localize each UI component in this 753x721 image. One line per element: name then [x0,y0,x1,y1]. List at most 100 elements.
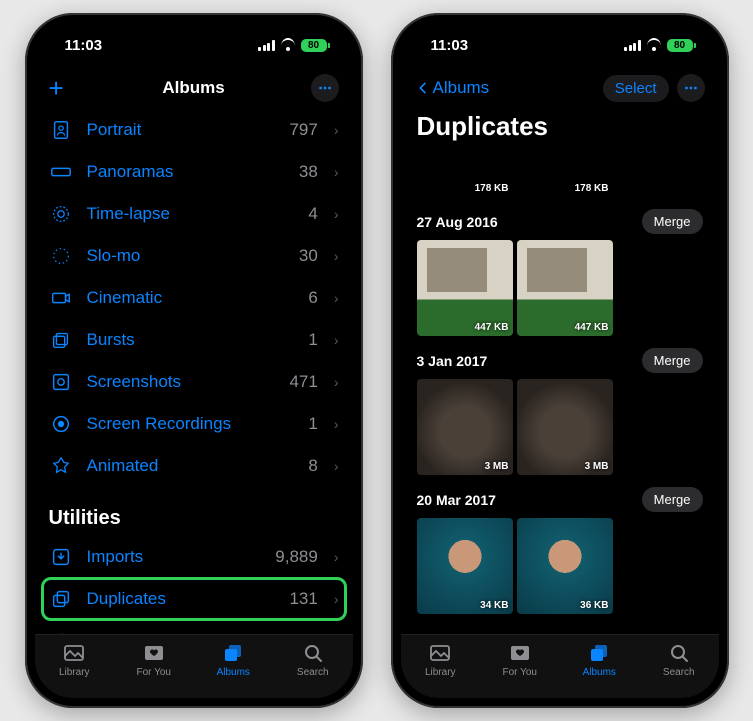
tab-label: Search [297,667,329,678]
phone-left: 11:03 80 + Albums Portrait 797 › [25,13,363,708]
list-row-duplicates[interactable]: Duplicates 131 › [35,578,353,620]
photo-thumbnail[interactable]: 3 MB [517,379,613,475]
list-row-recently deleted[interactable]: Recently Deleted › [35,620,353,634]
list-row-time-lapse[interactable]: Time-lapse 4 › [35,193,353,235]
screenshots-icon [49,370,73,394]
tab-label: Albums [583,667,616,678]
animated-icon [49,454,73,478]
back-label: Albums [433,78,490,98]
list-row-cinematic[interactable]: Cinematic 6 › [35,277,353,319]
tab-search[interactable]: Search [283,641,343,678]
tab-foryou[interactable]: For You [490,641,550,678]
status-time: 11:03 [431,37,469,54]
utilities-header: Utilities [35,487,353,536]
file-size: 3 MB [585,461,609,472]
file-size: 447 KB [475,322,509,333]
list-row-bursts[interactable]: Bursts 1 › [35,319,353,361]
tab-label: For You [503,667,537,678]
tab-library[interactable]: Library [44,641,104,678]
notch [129,23,259,51]
chevron-right-icon: › [334,248,339,264]
photo-thumbnail[interactable]: 178 KB [417,152,513,197]
battery-icon: 80 [301,39,327,52]
thumbs-row: 178 KB 178 KB [401,152,719,197]
search-icon [667,641,691,665]
row-count: 797 [289,120,317,140]
list-row-animated[interactable]: Animated 8 › [35,445,353,487]
imports-icon [49,545,73,569]
chevron-right-icon: › [334,164,339,180]
photo-thumbnail[interactable]: 447 KB [517,240,613,336]
tab-albums[interactable]: Albums [569,641,629,678]
list-row-screenshots[interactable]: Screenshots 471 › [35,361,353,403]
photo-thumbnail[interactable]: 36 KB [517,518,613,614]
phone-right: 11:03 80 Albums Select Duplicates [391,13,729,708]
nav-title: Albums [35,78,353,98]
thumbs-row: 447 KB 447 KB [401,240,719,336]
tab-label: Search [663,667,695,678]
wifi-icon [280,39,296,51]
row-label: Slo-mo [87,246,285,266]
list-row-imports[interactable]: Imports 9,889 › [35,536,353,578]
photo-thumbnail[interactable]: 447 KB [417,240,513,336]
tab-bar: Library For You Albums Search [35,634,353,698]
merge-button[interactable]: Merge [642,209,703,234]
row-count: 6 [308,288,317,308]
group-date: 20 Mar 2017 [417,492,496,508]
timelapse-icon [49,202,73,226]
tab-label: Library [425,667,456,678]
trash-icon [49,629,73,634]
photo-thumbnail[interactable]: 34 KB [417,518,513,614]
list-row-panoramas[interactable]: Panoramas 38 › [35,151,353,193]
list-row-screen recordings[interactable]: Screen Recordings 1 › [35,403,353,445]
row-label: Duplicates [87,589,276,609]
group-header: 27 Aug 2016 Merge [401,197,719,240]
tab-search[interactable]: Search [649,641,709,678]
row-count: 4 [308,204,317,224]
row-count: 1 [308,414,317,434]
nav-bar: + Albums [35,67,353,109]
row-count: 38 [299,162,318,182]
tab-albums[interactable]: Albums [203,641,263,678]
tab-bar: Library For You Albums Search [401,634,719,698]
select-button[interactable]: Select [603,75,669,102]
page-title: Duplicates [401,109,719,152]
battery-icon: 80 [667,39,693,52]
photo-thumbnail[interactable]: 3 MB [417,379,513,475]
file-size: 36 KB [580,600,608,611]
row-label: Screenshots [87,372,276,392]
albums-icon [587,641,611,665]
chevron-left-icon [415,78,431,98]
chevron-right-icon: › [334,633,339,634]
row-label: Screen Recordings [87,414,295,434]
chevron-right-icon: › [334,332,339,348]
more-button[interactable] [677,74,705,102]
file-size: 178 KB [575,183,609,194]
chevron-right-icon: › [334,122,339,138]
add-button[interactable]: + [49,75,64,101]
tab-library[interactable]: Library [410,641,470,678]
merge-button[interactable]: Merge [642,487,703,512]
row-label: Bursts [87,330,295,350]
group-date: 27 Aug 2016 [417,214,498,230]
more-button[interactable] [311,74,339,102]
list-row-slo-mo[interactable]: Slo-mo 30 › [35,235,353,277]
thumbs-row: 34 KB 36 KB [401,518,719,614]
tab-foryou[interactable]: For You [124,641,184,678]
back-button[interactable]: Albums [415,78,490,98]
photo-thumbnail[interactable]: 178 KB [517,152,613,197]
list-row-portrait[interactable]: Portrait 797 › [35,109,353,151]
row-label: Animated [87,456,295,476]
portrait-icon [49,118,73,142]
tab-label: For You [137,667,171,678]
group-date: 3 Jan 2017 [417,353,488,369]
chevron-right-icon: › [334,591,339,607]
albums-icon [221,641,245,665]
albums-list[interactable]: Portrait 797 › Panoramas 38 › Time-lapse… [35,109,353,634]
duplicates-list[interactable]: 178 KB 178 KB 27 Aug 2016 Merge 447 KB 4… [401,152,719,634]
merge-button[interactable]: Merge [642,348,703,373]
file-size: 447 KB [575,322,609,333]
file-size: 34 KB [480,600,508,611]
row-label: Recently Deleted [87,631,290,634]
chevron-right-icon: › [334,290,339,306]
